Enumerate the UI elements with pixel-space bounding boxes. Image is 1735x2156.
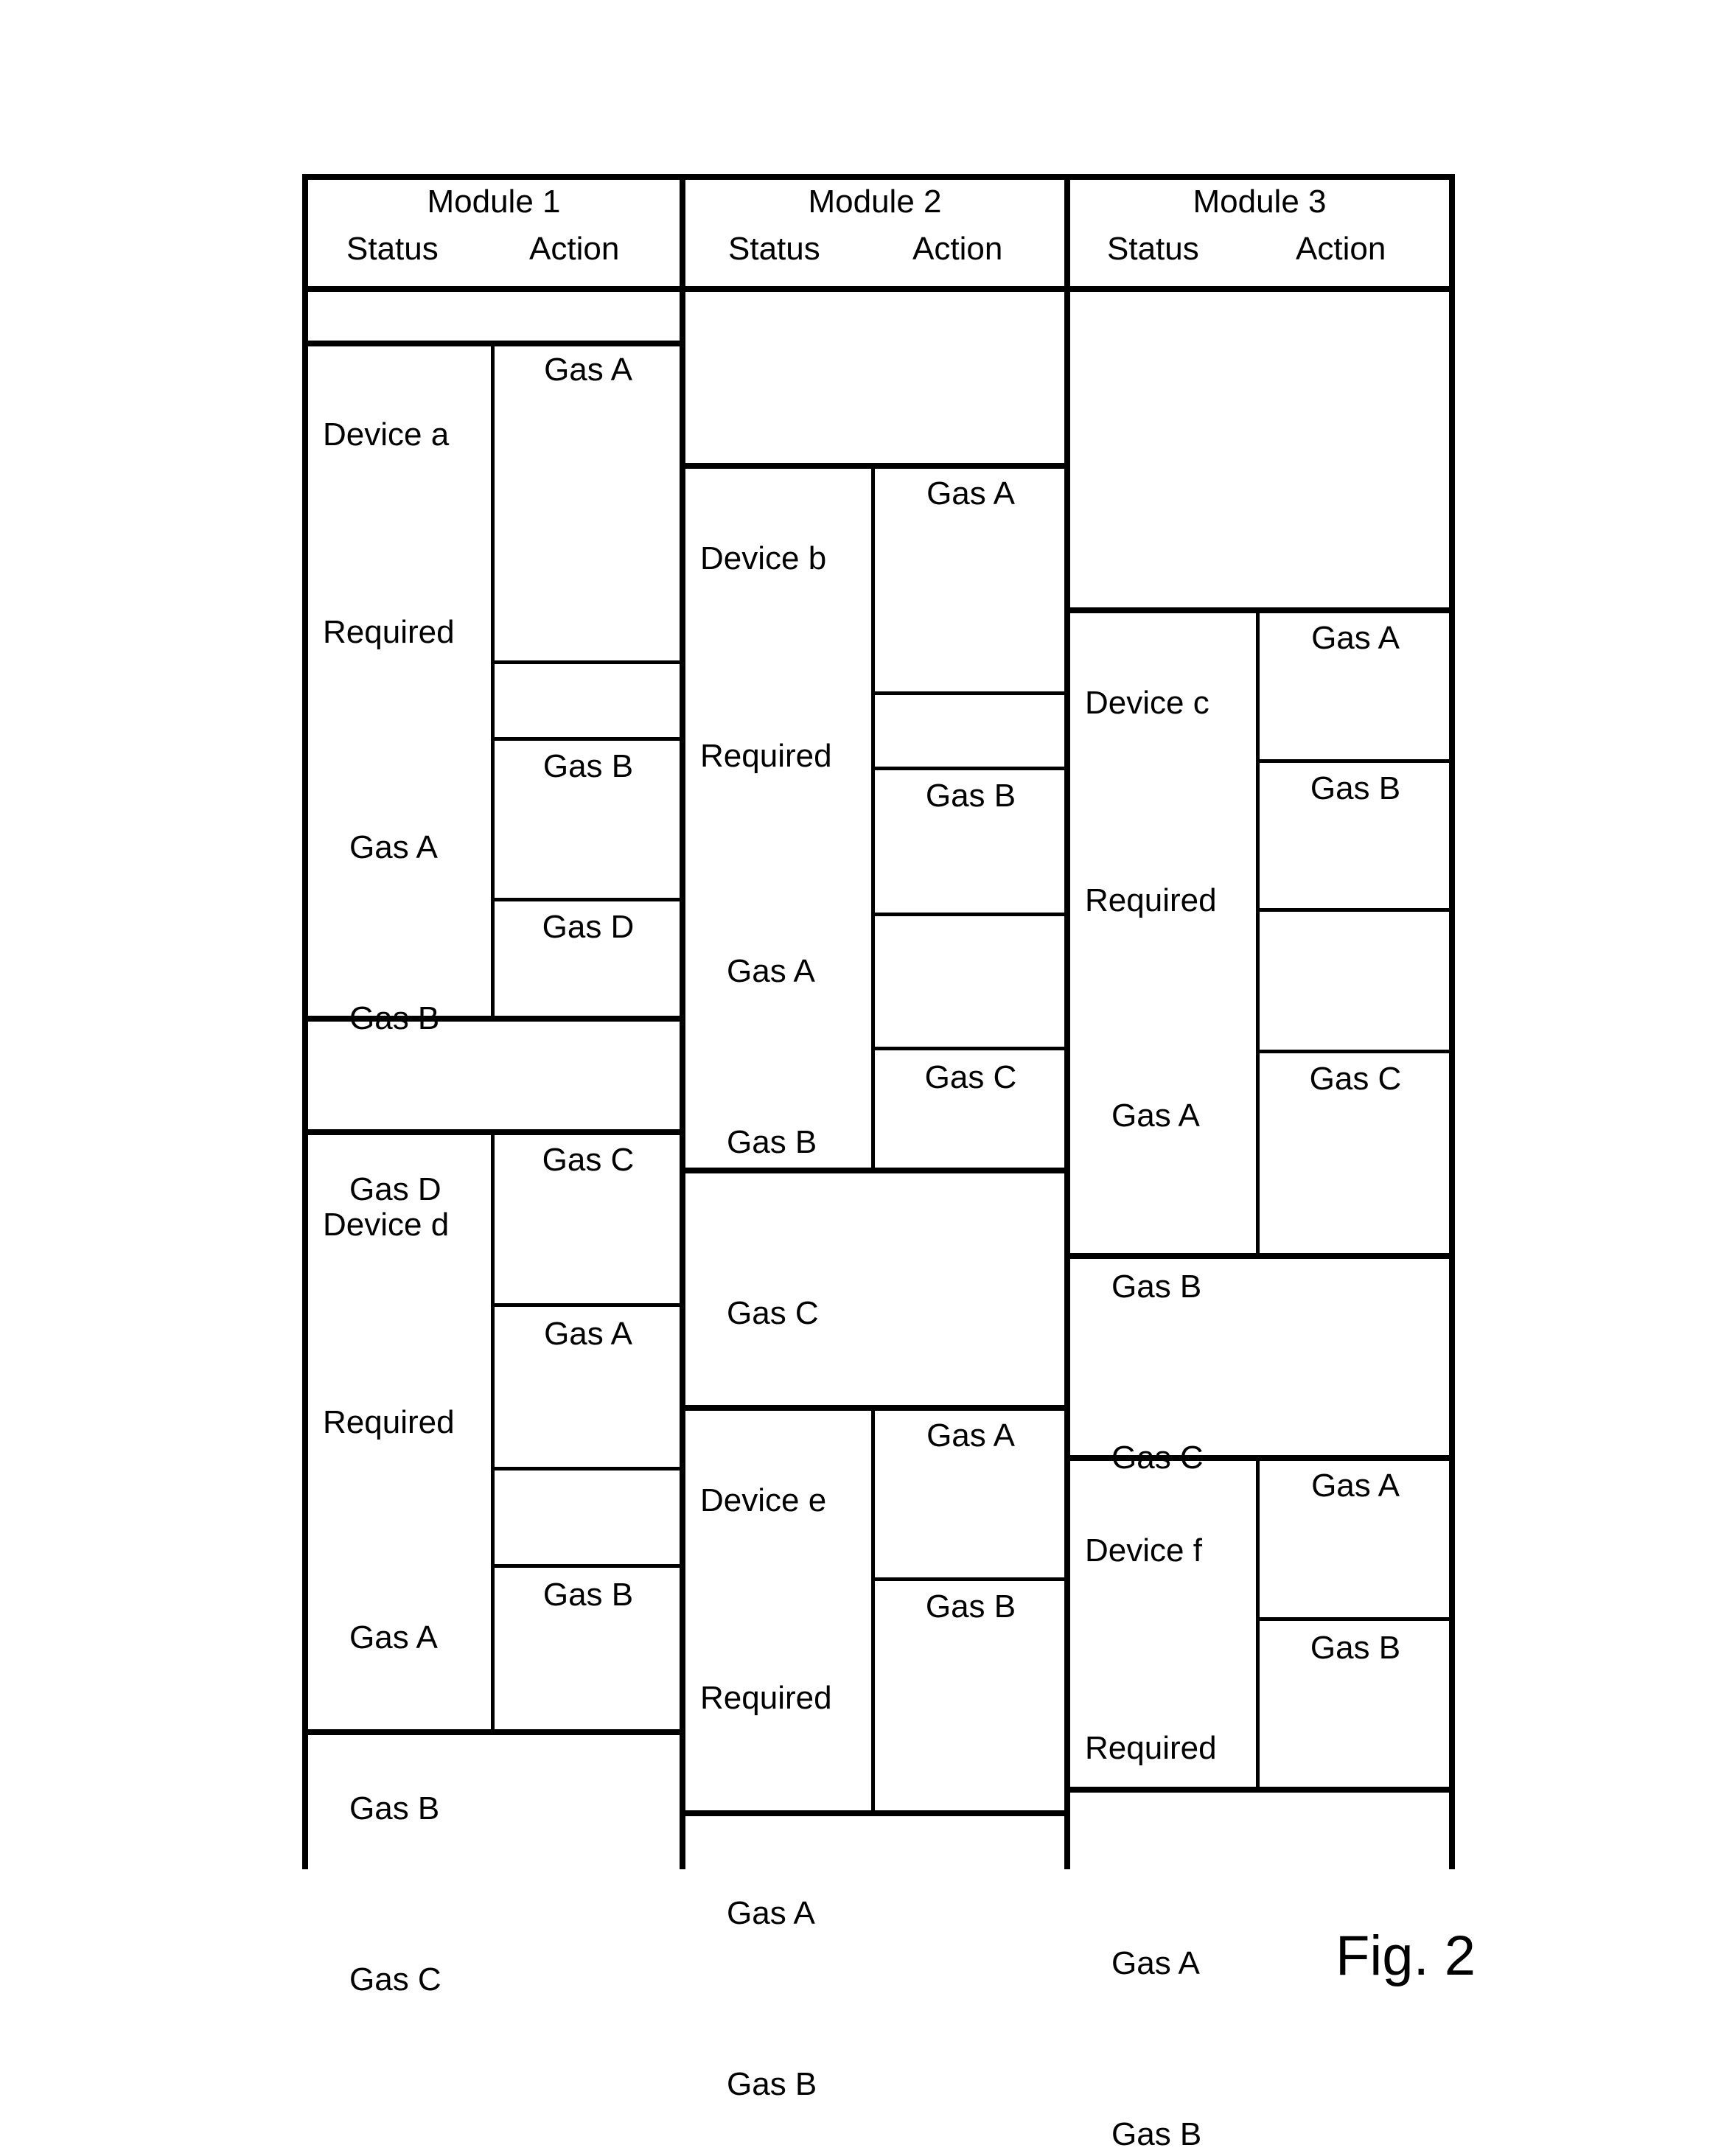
device-d-status-text: Device d Required Gas A Gas B Gas C: [323, 1144, 489, 2061]
device-a-action-3: Gas B: [542, 748, 634, 784]
device-d-action-sep-2: [491, 1467, 685, 1471]
device-c-action-sep-3: [1256, 1050, 1455, 1053]
device-a-action-sep-3: [491, 898, 685, 901]
module-3-spacer-1-bottom: [1064, 607, 1455, 613]
device-c-required-gas-2: Gas B: [1111, 1269, 1202, 1305]
device-d-action-sep-1: [491, 1303, 685, 1307]
device-c-status-text: Device c Required Gas A Gas B Gas C: [1085, 622, 1251, 1539]
device-e-status-text: Device e Required Gas A Gas B: [700, 1420, 867, 2156]
device-d-required-gas-2: Gas B: [349, 1790, 440, 1827]
device-b-required-title: Required: [700, 738, 832, 774]
device-a-name: Device a: [323, 416, 450, 453]
figure-canvas: Module 1 Status Action Module 2 Status A…: [0, 0, 1735, 2156]
device-b-name: Device b: [700, 540, 827, 576]
module-1-status-header: Status: [346, 231, 439, 267]
header-bottom-border: [302, 286, 1455, 292]
device-d-action-2: Gas A: [544, 1316, 632, 1352]
device-c-name: Device c: [1085, 685, 1209, 721]
device-d-status-action-divider: [491, 1129, 495, 1732]
device-f-name: Device f: [1085, 1532, 1202, 1569]
module-3-title: Module 3: [1193, 184, 1327, 220]
device-c-action-2: Gas B: [1310, 770, 1401, 806]
device-e-block-bottom: [680, 1810, 1070, 1816]
device-a-action-1: Gas A: [544, 352, 632, 388]
device-e-action-2: Gas B: [925, 1588, 1016, 1625]
device-d-name: Device d: [323, 1207, 450, 1243]
figure-caption: Fig. 2: [1336, 1925, 1476, 1987]
header-top-border: [302, 174, 1455, 180]
device-c-action-sep-2: [1256, 908, 1455, 912]
device-f-required-title: Required: [1085, 1730, 1217, 1766]
device-c-action-sep-1: [1256, 759, 1455, 763]
device-a-required-title: Required: [323, 614, 455, 650]
device-b-action-sep-3: [871, 913, 1070, 916]
device-c-action-1: Gas A: [1311, 620, 1400, 656]
module-3-status-header: Status: [1107, 231, 1199, 267]
module-2-title: Module 2: [808, 184, 942, 220]
device-b-status-text: Device b Required Gas A Gas B Gas C: [700, 478, 867, 1395]
device-a-block-bottom: [302, 1016, 685, 1022]
device-b-action-sep-2: [871, 767, 1070, 770]
device-b-required-gas-1: Gas A: [727, 953, 815, 989]
device-f-required-gas-1: Gas A: [1111, 1945, 1200, 1981]
device-b-block-bottom: [680, 1168, 1070, 1173]
module-3-spacer-2-bottom: [1064, 1455, 1455, 1461]
module-2-status-header: Status: [728, 231, 820, 267]
module-1-title: Module 1: [427, 184, 561, 220]
device-e-action-1: Gas A: [926, 1417, 1015, 1454]
device-f-action-2: Gas B: [1310, 1630, 1401, 1666]
module-1-action-header: Action: [529, 231, 620, 267]
device-c-status-action-divider: [1256, 607, 1260, 1256]
device-f-block-bottom: [1064, 1787, 1455, 1793]
module-3-action-header: Action: [1296, 231, 1386, 267]
device-a-action-4: Gas D: [542, 909, 635, 945]
device-e-name: Device e: [700, 1482, 827, 1518]
module-2-spacer-1-bottom: [680, 463, 1070, 469]
device-c-required-gas-1: Gas A: [1111, 1098, 1200, 1134]
device-c-block-bottom: [1064, 1253, 1455, 1259]
device-c-action-4: Gas C: [1309, 1061, 1402, 1097]
device-b-required-gas-2: Gas B: [727, 1124, 817, 1160]
module-3-right-border: [1449, 174, 1455, 1869]
device-b-action-sep-1: [871, 691, 1070, 695]
device-d-required-gas-1: Gas A: [349, 1619, 438, 1656]
module-1-left-border: [302, 174, 308, 1869]
device-a-action-sep-2: [491, 737, 685, 741]
device-d-required-gas-3: Gas C: [349, 1961, 441, 1998]
device-c-required-title: Required: [1085, 882, 1217, 918]
device-b-action-5: Gas C: [924, 1059, 1017, 1095]
module-2-spacer-2-bottom: [680, 1405, 1070, 1411]
device-d-required-title: Required: [323, 1404, 455, 1440]
device-b-action-3: Gas B: [925, 778, 1016, 814]
device-e-required-gas-2: Gas B: [727, 2066, 817, 2102]
device-e-required-title: Required: [700, 1680, 832, 1716]
device-f-action-sep-1: [1256, 1617, 1455, 1621]
device-f-status-action-divider: [1256, 1455, 1260, 1790]
device-a-required-gas-1: Gas A: [349, 829, 438, 865]
device-b-required-gas-3: Gas C: [727, 1295, 819, 1331]
device-d-action-1: Gas C: [542, 1142, 635, 1178]
device-e-action-sep-1: [871, 1577, 1070, 1581]
device-e-required-gas-1: Gas A: [727, 1895, 815, 1931]
device-d-action-4: Gas B: [542, 1577, 634, 1613]
device-d-action-sep-3: [491, 1564, 685, 1568]
device-a-action-sep-1: [491, 660, 685, 664]
device-f-required-gas-2: Gas B: [1111, 2116, 1202, 2152]
module-2-action-header: Action: [912, 231, 1003, 267]
device-f-status-text: Device f Required Gas A Gas B: [1085, 1470, 1251, 2156]
device-b-action-sep-4: [871, 1047, 1070, 1050]
device-d-block-bottom: [302, 1729, 685, 1735]
device-f-action-1: Gas A: [1311, 1468, 1400, 1504]
device-b-action-1: Gas A: [926, 475, 1015, 512]
module-1-right-border: [680, 174, 685, 1869]
